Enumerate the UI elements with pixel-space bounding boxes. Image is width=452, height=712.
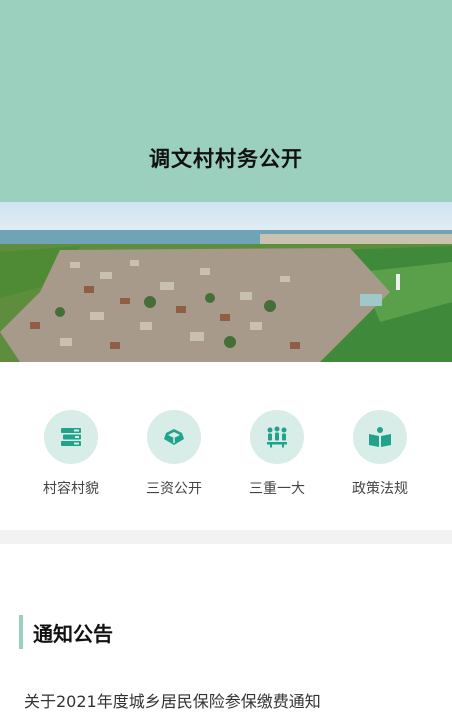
nav-item-village-appearance[interactable]: 村容村貌 (26, 410, 116, 498)
open-book-icon (353, 410, 407, 464)
nav-label: 政策法规 (352, 481, 408, 497)
page-title: 调文村村务公开 (149, 147, 303, 171)
notice-item[interactable]: 关于2021年度城乡居民保险参保缴费通知 (24, 688, 321, 712)
page-header: 调文村村务公开 (0, 0, 452, 202)
people-meeting-icon (250, 410, 304, 464)
notices-header: 通知公告 (19, 615, 113, 649)
section-divider (0, 530, 452, 544)
nav-item-policies[interactable]: 政策法规 (335, 410, 425, 498)
books-icon (44, 410, 98, 464)
nav-item-three-assets[interactable]: 三资公开 (129, 410, 219, 498)
section-accent-bar (19, 615, 23, 649)
notices-title: 通知公告 (33, 621, 113, 646)
nav-item-three-important-one-large[interactable]: 三重一大 (232, 410, 322, 498)
nav-label: 三重一大 (249, 481, 305, 497)
open-box-icon (147, 410, 201, 464)
village-aerial-photo (0, 202, 452, 362)
category-nav: 村容村貌 三资公开 三重一大 政策法规 (0, 362, 452, 530)
nav-label: 三资公开 (146, 481, 202, 497)
nav-label: 村容村貌 (43, 481, 99, 497)
